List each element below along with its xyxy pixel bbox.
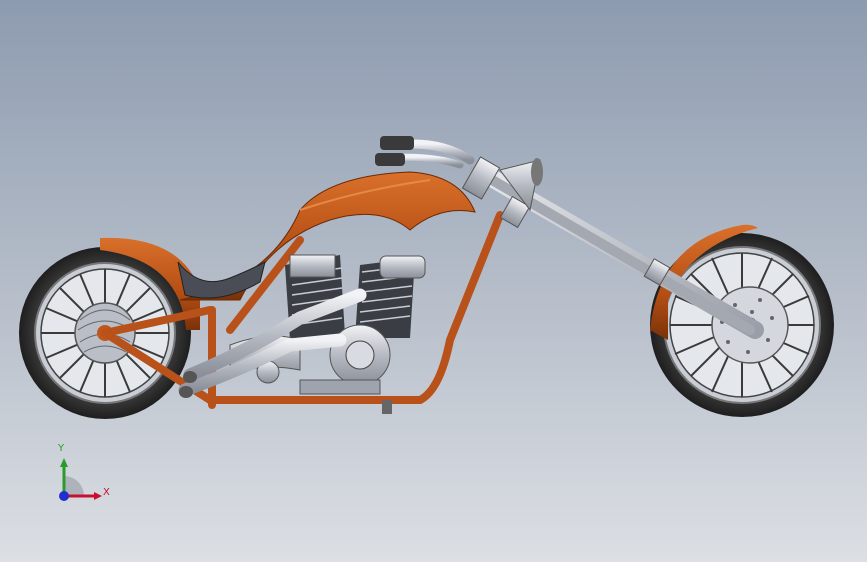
z-axis-dot bbox=[59, 491, 69, 501]
handlebars bbox=[375, 136, 475, 169]
axis-triad-graphic bbox=[59, 458, 102, 501]
y-axis-label: Y bbox=[58, 443, 65, 454]
motorcycle-model[interactable] bbox=[0, 0, 867, 562]
coordinate-triad: X Y bbox=[40, 436, 120, 516]
kickstand-bolt bbox=[382, 400, 392, 414]
x-axis-label: X bbox=[103, 487, 110, 498]
x-axis-arrowhead bbox=[94, 492, 102, 500]
graphics-viewport[interactable]: X Y bbox=[0, 0, 867, 562]
seat bbox=[177, 261, 266, 299]
y-axis-arrowhead bbox=[60, 458, 68, 467]
